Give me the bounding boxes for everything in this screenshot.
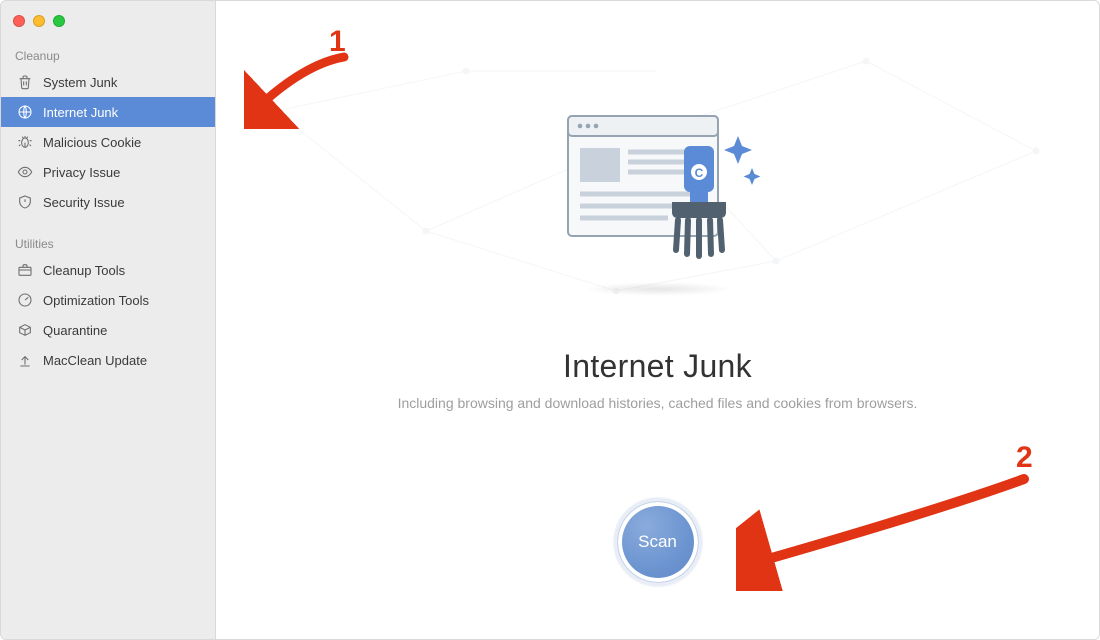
sidebar-item-label: Optimization Tools (43, 293, 149, 308)
sidebar-item-label: MacClean Update (43, 353, 147, 368)
sidebar-section-header-cleanup: Cleanup (1, 41, 215, 67)
sidebar-item-label: System Junk (43, 75, 117, 90)
page-description: Including browsing and download historie… (398, 395, 918, 411)
zoom-window-button[interactable] (53, 15, 65, 27)
sidebar: Cleanup System Junk Internet Junk Malici… (1, 1, 216, 639)
annotation-step-2-arrow (736, 471, 1036, 591)
sidebar-item-label: Cleanup Tools (43, 263, 125, 278)
main-panel: C Interne (216, 1, 1099, 639)
minimize-window-button[interactable] (33, 15, 45, 27)
toolbox-icon (17, 262, 33, 278)
trash-icon (17, 74, 33, 90)
app-window: Cleanup System Junk Internet Junk Malici… (0, 0, 1100, 640)
sidebar-item-malicious-cookie[interactable]: Malicious Cookie (1, 127, 215, 157)
sidebar-item-privacy-issue[interactable]: Privacy Issue (1, 157, 215, 187)
sidebar-item-optimization-tools[interactable]: Optimization Tools (1, 285, 215, 315)
annotation-step-2-number: 2 (1016, 441, 1033, 475)
bug-icon (17, 134, 33, 150)
gauge-icon (17, 292, 33, 308)
sidebar-item-label: Quarantine (43, 323, 107, 338)
eye-icon (17, 164, 33, 180)
sidebar-item-label: Malicious Cookie (43, 135, 141, 150)
svg-text:C: C (694, 166, 703, 180)
illustration: C (548, 106, 768, 296)
page-title: Internet Junk (563, 348, 752, 385)
illustration-shadow (583, 282, 733, 296)
sidebar-item-label: Internet Junk (43, 105, 118, 120)
sidebar-item-quarantine[interactable]: Quarantine (1, 315, 215, 345)
browser-brush-illustration: C (548, 106, 768, 276)
sidebar-item-macclean-update[interactable]: MacClean Update (1, 345, 215, 375)
globe-icon (17, 104, 33, 120)
annotation-step-1-arrow (244, 49, 354, 129)
sidebar-item-internet-junk[interactable]: Internet Junk (1, 97, 215, 127)
sidebar-item-security-issue[interactable]: Security Issue (1, 187, 215, 217)
sidebar-item-system-junk[interactable]: System Junk (1, 67, 215, 97)
sidebar-section-header-utilities: Utilities (1, 229, 215, 255)
close-window-button[interactable] (13, 15, 25, 27)
scan-button[interactable]: Scan (617, 501, 699, 583)
sidebar-item-label: Privacy Issue (43, 165, 120, 180)
window-controls (1, 9, 215, 41)
box-icon (17, 322, 33, 338)
upload-icon (17, 352, 33, 368)
sidebar-item-label: Security Issue (43, 195, 125, 210)
sidebar-item-cleanup-tools[interactable]: Cleanup Tools (1, 255, 215, 285)
shield-icon (17, 194, 33, 210)
